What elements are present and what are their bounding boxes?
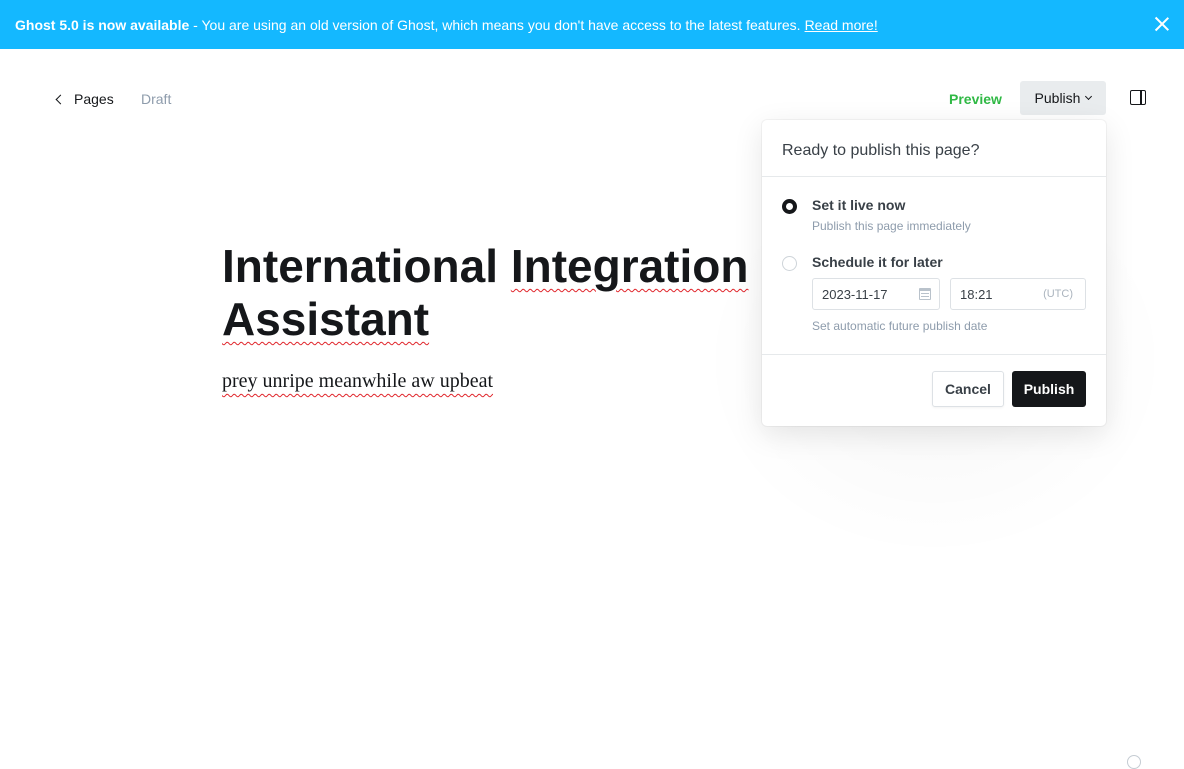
publish-dropdown-footer: Cancel Publish (762, 354, 1106, 426)
publish-trigger-label: Publish (1034, 90, 1081, 106)
title-word-2: Integration (510, 240, 749, 292)
page-body[interactable]: prey unripe meanwhile aw upbeat (222, 370, 493, 393)
publish-dropdown-header: Ready to publish this page? (762, 120, 1106, 177)
chevron-down-icon (1085, 92, 1093, 101)
back-label: Pages (74, 91, 114, 107)
schedule-date-value: 2023-11-17 (822, 286, 888, 302)
help-icon[interactable] (1127, 755, 1141, 769)
schedule-time-input[interactable]: 18:21 (UTC) (950, 278, 1086, 310)
option-now-title: Set it live now (812, 197, 906, 213)
title-word-1: International (222, 240, 499, 292)
option-schedule-title: Schedule it for later (812, 254, 943, 270)
option-now-desc: Publish this page immediately (812, 219, 971, 233)
post-status: Draft (141, 91, 172, 107)
chevron-left-icon (55, 94, 66, 104)
timezone-label: (UTC) (1043, 288, 1073, 300)
schedule-time-value: 18:21 (960, 286, 993, 302)
publish-dropdown: Ready to publish this page? Set it live … (762, 120, 1106, 426)
publish-button[interactable]: Publish (1012, 371, 1086, 407)
cancel-button[interactable]: Cancel (932, 371, 1004, 407)
close-icon[interactable] (1154, 16, 1170, 32)
sidebar-toggle-icon[interactable] (1130, 90, 1146, 105)
option-schedule[interactable]: Schedule it for later (782, 254, 943, 271)
preview-button[interactable]: Preview (949, 91, 1002, 107)
schedule-date-input[interactable]: 2023-11-17 (812, 278, 940, 310)
schedule-hint: Set automatic future publish date (812, 319, 988, 333)
update-banner: Ghost 5.0 is now available - You are usi… (0, 0, 1184, 49)
banner-title: Ghost 5.0 is now available (15, 16, 190, 33)
banner-message: - You are using an old version of Ghost,… (189, 16, 801, 33)
back-to-pages-link[interactable]: Pages (54, 88, 114, 110)
title-line-2: Assistant (222, 293, 430, 345)
calendar-icon[interactable] (919, 288, 931, 300)
option-publish-now[interactable]: Set it live now Publish this page immedi… (782, 197, 971, 233)
radio-publish-now[interactable] (782, 199, 797, 214)
publish-menu-trigger[interactable]: Publish (1020, 81, 1106, 115)
radio-schedule[interactable] (782, 256, 797, 271)
read-more-link[interactable]: Read more! (805, 17, 878, 33)
